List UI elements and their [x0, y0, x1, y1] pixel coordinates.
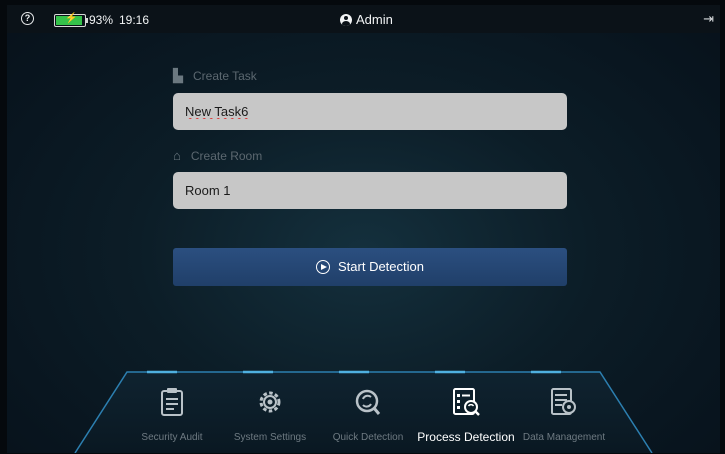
user-name: Admin: [356, 12, 393, 27]
create-task-label: ▙ Create Task: [173, 68, 257, 84]
nav-security-audit[interactable]: Security Audit: [124, 368, 220, 453]
clipboard-icon: [161, 388, 183, 416]
room-house-icon: ⌂: [173, 148, 181, 163]
start-detection-label: Start Detection: [338, 259, 424, 274]
start-detection-button[interactable]: Start Detection: [173, 248, 567, 286]
nav-data-management-label: Data Management: [522, 432, 606, 443]
app-screen: ? ⚡ 93% 19:16 Admin ⇥ ▙ Create Task ⌂ Crea…: [7, 5, 720, 453]
clock: 19:16: [119, 13, 150, 27]
bottom-navigation: Security Audit System Settings Quick Det…: [7, 368, 720, 453]
create-room-label-text: Create Room: [190, 149, 263, 163]
status-bar: ? ⚡ 93% 19:16 Admin ⇥: [7, 5, 720, 33]
nav-system-settings[interactable]: System Settings: [222, 368, 318, 453]
process-list-icon: [453, 388, 480, 416]
battery-percent: 93%: [89, 13, 114, 27]
battery-tip: [86, 18, 88, 23]
nav-quick-detection[interactable]: Quick Detection: [320, 368, 416, 453]
logout-icon[interactable]: ⇥: [703, 11, 714, 27]
scan-icon: [355, 389, 381, 415]
data-search-icon: [551, 388, 576, 415]
task-file-icon: ▙: [173, 68, 183, 83]
room-name-input[interactable]: [173, 172, 567, 209]
gear-icon: [259, 391, 281, 413]
play-circle-icon: [316, 260, 330, 274]
create-task-label-text: Create Task: [193, 69, 257, 83]
help-icon[interactable]: ?: [21, 12, 34, 25]
user-indicator[interactable]: Admin: [340, 12, 393, 27]
user-avatar-icon: [340, 14, 352, 26]
charging-bolt-icon: ⚡: [65, 13, 78, 24]
task-name-input[interactable]: [173, 93, 567, 130]
battery-icon: ⚡: [54, 13, 88, 27]
create-room-label: ⌂ Create Room: [173, 148, 262, 163]
nav-process-detection[interactable]: Process Detection: [417, 368, 515, 453]
nav-data-management[interactable]: Data Management: [516, 368, 612, 453]
